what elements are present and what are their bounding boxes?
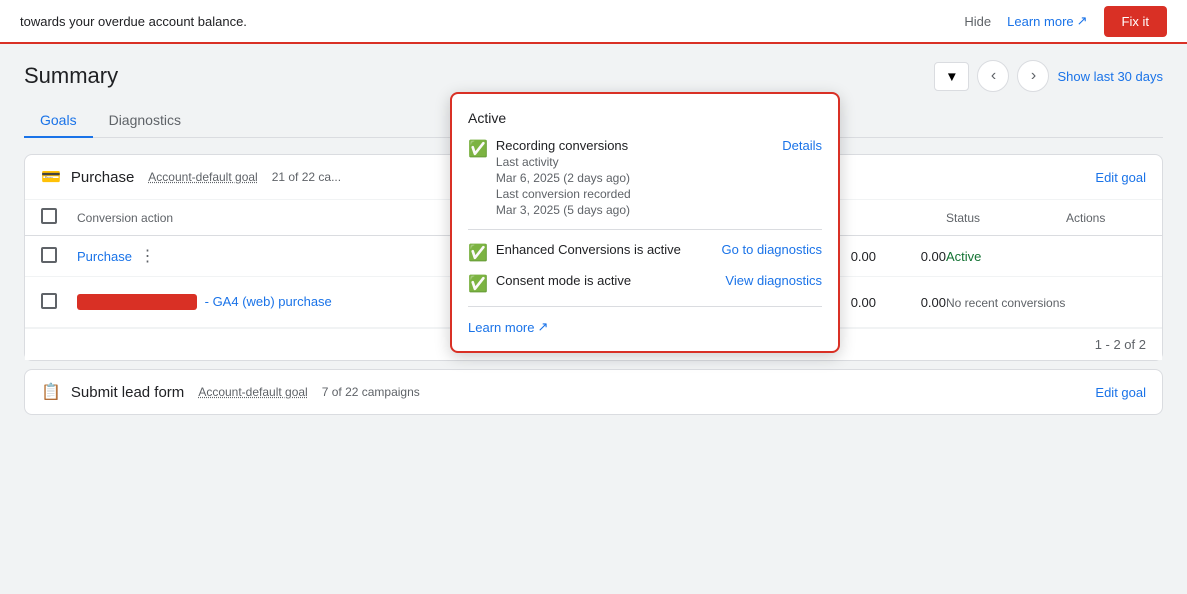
- popup-last-activity-value: Mar 6, 2025 (2 days ago): [496, 171, 631, 185]
- submit-lead-form-goal-card: 📋 Submit lead form Account-default goal …: [24, 369, 1163, 415]
- redacted-name-block: [77, 294, 197, 310]
- submit-lead-goal-campaigns: 7 of 22 campaigns: [322, 385, 420, 399]
- row1-purchase-link[interactable]: Purchase: [77, 249, 132, 264]
- popup-last-activity-label: Last activity: [496, 155, 631, 169]
- fix-it-button[interactable]: Fix it: [1104, 6, 1167, 37]
- popup-divider-2: [468, 306, 822, 307]
- next-nav-button[interactable]: ›: [1017, 60, 1049, 92]
- row2-num2: 0.00: [876, 295, 946, 310]
- submit-lead-goal-icon: 📋: [41, 382, 61, 402]
- row2-ga4-link[interactable]: - GA4 (web) purchase: [205, 294, 332, 309]
- purchase-edit-goal-button[interactable]: Edit goal: [1095, 170, 1146, 185]
- submit-lead-edit-goal-button[interactable]: Edit goal: [1095, 385, 1146, 400]
- header-actions-col: Actions: [1066, 211, 1146, 225]
- external-link-icon: ↗: [1077, 13, 1088, 29]
- page-title: Summary: [24, 63, 118, 89]
- dropdown-button[interactable]: ▼: [934, 62, 969, 91]
- popup-recording-info: Recording conversions Last activity Mar …: [496, 138, 631, 217]
- alert-bar: towards your overdue account balance. Hi…: [0, 0, 1187, 44]
- tab-diagnostics[interactable]: Diagnostics: [93, 104, 197, 138]
- purchase-goal-campaigns: 21 of 22 ca...: [272, 170, 341, 184]
- popup-details-button[interactable]: Details: [782, 138, 822, 153]
- row1-status: Active: [946, 249, 1066, 264]
- row1-more-options[interactable]: ⋮: [136, 248, 160, 265]
- popup-divider: [468, 229, 822, 230]
- popup-last-conversion-label: Last conversion recorded: [496, 187, 631, 201]
- header-check-col: [41, 208, 77, 227]
- popup-recording-left: ✅ Recording conversions Last activity Ma…: [468, 138, 631, 217]
- row2-status: No recent conversions: [946, 295, 1066, 310]
- enhanced-check-icon: ✅: [468, 243, 488, 263]
- consent-check-icon: ✅: [468, 274, 488, 294]
- row1-num2: 0.00: [876, 249, 946, 264]
- submit-lead-goal-name: Submit lead form: [71, 384, 184, 401]
- row2-check: [41, 293, 77, 312]
- chevron-left-icon: ‹: [991, 67, 996, 85]
- recording-check-icon: ✅: [468, 139, 488, 159]
- submit-lead-form-goal-header: 📋 Submit lead form Account-default goal …: [25, 370, 1162, 414]
- purchase-goal-meta: Account-default goal: [148, 170, 257, 184]
- summary-header: Summary ▼ ‹ › Show last 30 days: [24, 60, 1163, 92]
- popup-enhanced-row: ✅ Enhanced Conversions is active Go to d…: [468, 242, 822, 263]
- popup-consent-title: Consent mode is active: [496, 273, 717, 288]
- row1-check: [41, 247, 77, 266]
- popup-recording-section: ✅ Recording conversions Last activity Ma…: [468, 138, 822, 217]
- popup-view-diagnostics-button[interactable]: View diagnostics: [725, 273, 822, 288]
- header-status-col: Status: [946, 211, 1066, 225]
- main-content: Summary ▼ ‹ › Show last 30 days Goals Di…: [0, 44, 1187, 594]
- row2-checkbox[interactable]: [41, 293, 57, 309]
- popup-go-diagnostics-button[interactable]: Go to diagnostics: [722, 242, 822, 257]
- submit-lead-goal-actions: Edit goal: [1095, 385, 1146, 400]
- popup-external-icon: ↗: [537, 319, 548, 335]
- popup-title: Active: [468, 110, 822, 126]
- popup-recording-title: Recording conversions: [496, 138, 631, 153]
- submit-lead-goal-meta: Account-default goal: [198, 385, 307, 399]
- show-last-days-button[interactable]: Show last 30 days: [1057, 69, 1163, 84]
- popup-learn-more-button[interactable]: Learn more ↗: [468, 319, 548, 335]
- popup-last-conversion-value: Mar 3, 2025 (5 days ago): [496, 203, 631, 217]
- header-controls: ▼ ‹ › Show last 30 days: [934, 60, 1163, 92]
- popup-recording-row: ✅ Recording conversions Last activity Ma…: [468, 138, 822, 217]
- chevron-down-icon: ▼: [945, 69, 958, 84]
- purchase-goal-name: Purchase: [71, 169, 134, 186]
- popup-consent-row: ✅ Consent mode is active View diagnostic…: [468, 273, 822, 294]
- prev-nav-button[interactable]: ‹: [977, 60, 1009, 92]
- header-checkbox[interactable]: [41, 208, 57, 224]
- popup-enhanced-title: Enhanced Conversions is active: [496, 242, 714, 257]
- alert-learn-more-button[interactable]: Learn more ↗: [1007, 13, 1087, 29]
- row1-checkbox[interactable]: [41, 247, 57, 263]
- tab-goals[interactable]: Goals: [24, 104, 93, 138]
- alert-text: towards your overdue account balance.: [20, 14, 247, 29]
- chevron-right-icon: ›: [1031, 67, 1036, 85]
- active-status-popup: Active ✅ Recording conversions Last acti…: [450, 92, 840, 353]
- purchase-goal-actions: Edit goal: [1095, 170, 1146, 185]
- purchase-goal-icon: 💳: [41, 167, 61, 187]
- hide-button[interactable]: Hide: [964, 14, 991, 29]
